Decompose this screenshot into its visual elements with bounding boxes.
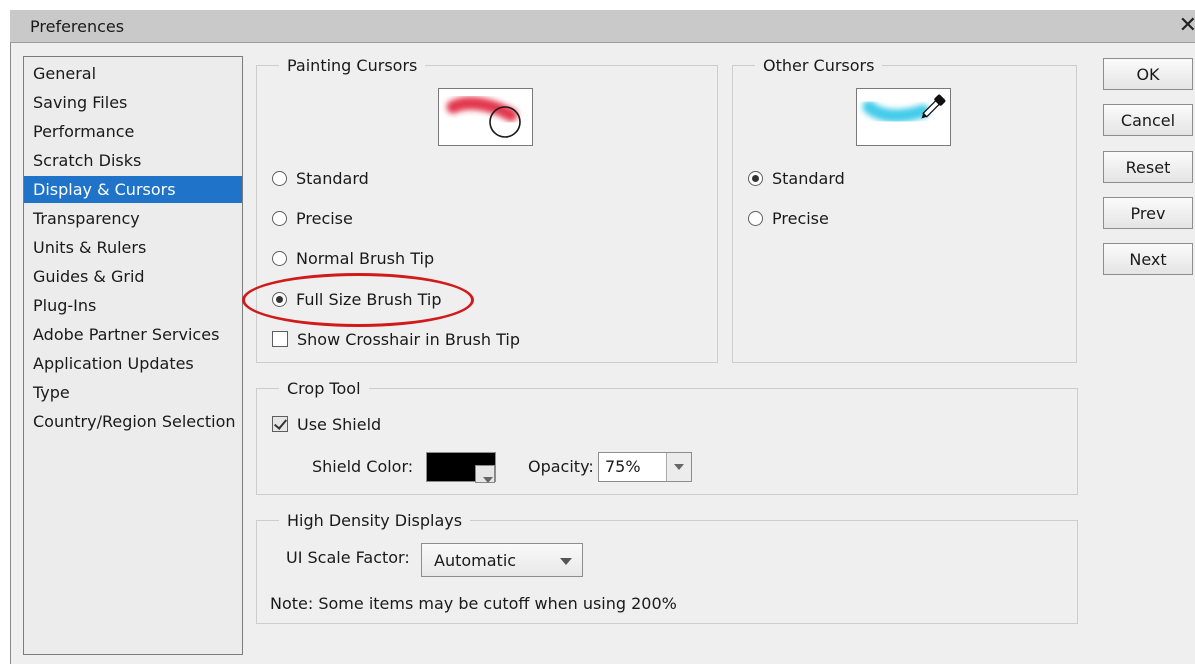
use-shield-box[interactable] (272, 416, 288, 432)
ui-scale-value: Automatic (434, 551, 517, 570)
radio-precise-indicator[interactable] (272, 210, 287, 226)
ui-scale-select[interactable]: Automatic (421, 543, 583, 577)
title-bar: Preferences ✕ (10, 10, 1195, 43)
shield-color-swatch[interactable] (426, 452, 496, 483)
show-crosshair-label: Show Crosshair in Brush Tip (297, 329, 520, 349)
painting-standard-radio[interactable]: Standard (272, 166, 369, 190)
painting-full-size-brush-tip-radio[interactable]: Full Size Brush Tip (272, 287, 442, 311)
radio-full-size-indicator[interactable] (272, 291, 287, 307)
radio-standard-indicator[interactable] (272, 170, 287, 186)
category-units-rulers[interactable]: Units & Rulers (24, 234, 242, 261)
opacity-label: Opacity: (528, 457, 594, 476)
category-scratch-disks[interactable]: Scratch Disks (24, 147, 242, 174)
painting-cursor-preview (438, 88, 533, 146)
category-plug-ins[interactable]: Plug-Ins (24, 292, 242, 319)
category-guides-grid[interactable]: Guides & Grid (24, 263, 242, 290)
category-adobe-partner-services[interactable]: Adobe Partner Services (24, 321, 242, 348)
reset-button[interactable]: Reset (1103, 151, 1193, 183)
painting-normal-brush-tip-label: Normal Brush Tip (296, 248, 435, 268)
painting-full-size-brush-tip-label: Full Size Brush Tip (296, 289, 442, 309)
show-crosshair-checkbox[interactable]: Show Crosshair in Brush Tip (272, 327, 520, 351)
radio-normal-brush-indicator[interactable] (272, 250, 287, 266)
ui-scale-label: UI Scale Factor: (286, 548, 410, 567)
use-shield-label: Use Shield (297, 414, 382, 434)
other-radio-standard-indicator[interactable] (748, 170, 763, 186)
next-button[interactable]: Next (1103, 243, 1193, 275)
close-icon[interactable]: ✕ (1179, 13, 1195, 38)
high-density-note: Note: Some items may be cutoff when usin… (270, 594, 677, 613)
category-type[interactable]: Type (24, 379, 242, 406)
painting-precise-radio[interactable]: Precise (272, 206, 353, 230)
other-cursor-preview (856, 88, 951, 146)
category-performance[interactable]: Performance (24, 118, 242, 145)
painting-normal-brush-tip-radio[interactable]: Normal Brush Tip (272, 246, 434, 270)
painting-standard-label: Standard (296, 168, 369, 188)
category-general[interactable]: General (24, 60, 242, 87)
other-radio-precise-indicator[interactable] (748, 210, 763, 226)
eyedropper-icon (862, 94, 946, 123)
other-precise-radio[interactable]: Precise (748, 206, 829, 230)
other-cursors-legend: Other Cursors (763, 56, 875, 75)
other-standard-radio[interactable]: Standard (748, 166, 845, 190)
opacity-value[interactable]: 75% (605, 457, 641, 476)
painting-precise-label: Precise (296, 208, 353, 228)
window-title: Preferences (30, 17, 125, 36)
show-crosshair-box[interactable] (272, 331, 288, 347)
category-display-cursors[interactable]: Display & Cursors (24, 176, 242, 203)
category-country-region[interactable]: Country/Region Selection (24, 408, 242, 435)
chevron-down-icon[interactable] (560, 558, 572, 565)
category-application-updates[interactable]: Application Updates (24, 350, 242, 377)
opacity-dropdown-icon[interactable] (666, 453, 691, 481)
shield-color-label: Shield Color: (312, 457, 414, 476)
shield-color-dropdown-icon[interactable] (475, 465, 495, 483)
ok-button[interactable]: OK (1103, 58, 1193, 90)
high-density-legend: High Density Displays (287, 511, 463, 530)
crop-tool-legend: Crop Tool (287, 379, 361, 398)
category-list[interactable]: General Saving Files Performance Scratch… (23, 56, 243, 655)
prev-button[interactable]: Prev (1103, 197, 1193, 229)
brush-stroke-icon (446, 96, 521, 138)
use-shield-checkbox[interactable]: Use Shield (272, 412, 381, 436)
category-saving-files[interactable]: Saving Files (24, 89, 242, 116)
cancel-button[interactable]: Cancel (1103, 104, 1193, 136)
other-precise-label: Precise (772, 208, 829, 228)
painting-cursors-legend: Painting Cursors (287, 56, 418, 75)
other-standard-label: Standard (772, 168, 845, 188)
opacity-combo[interactable]: 75% (598, 452, 692, 482)
category-transparency[interactable]: Transparency (24, 205, 242, 232)
